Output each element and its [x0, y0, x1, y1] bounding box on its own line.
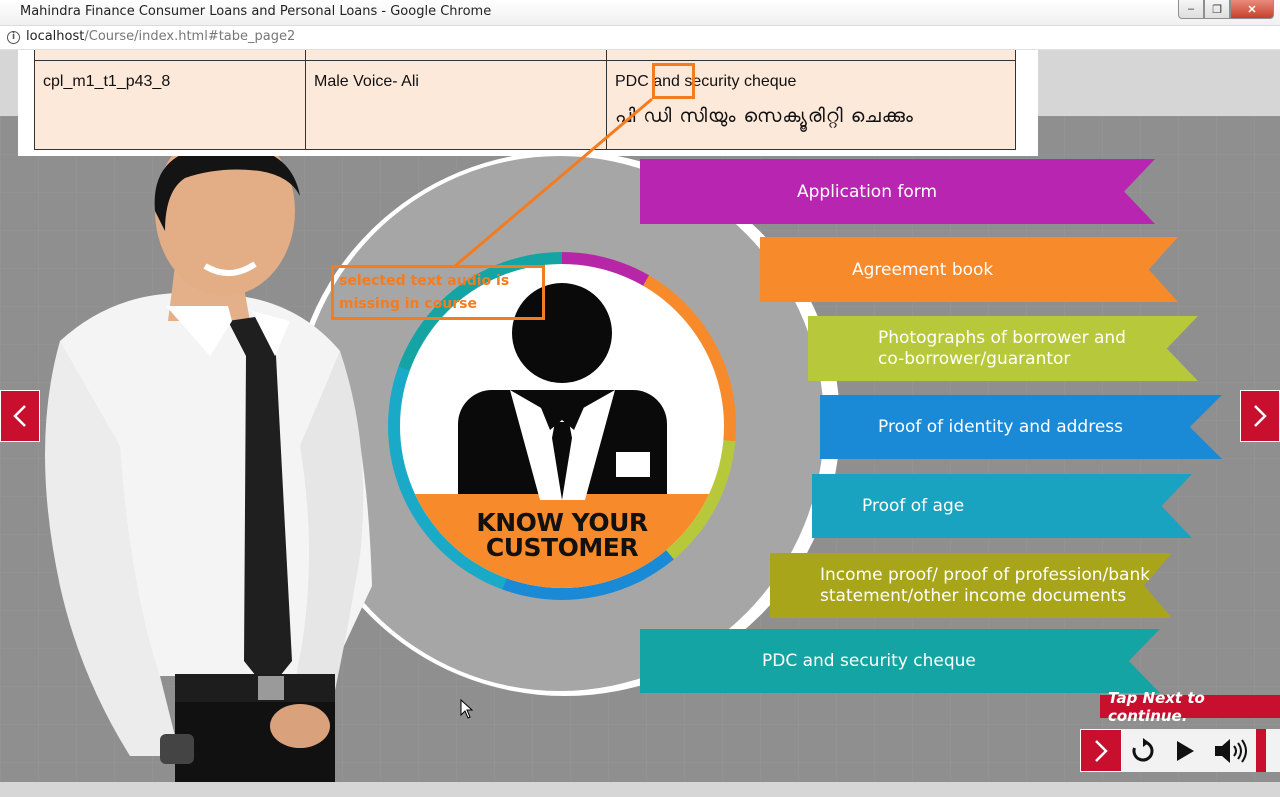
- next-slide-button[interactable]: [1240, 390, 1280, 442]
- course-stage: Application form Agreement book Photogra…: [0, 116, 1280, 782]
- ribbon-agreement-book[interactable]: Agreement book: [760, 237, 1178, 302]
- chevron-left-icon: [13, 405, 26, 427]
- kyc-title: KNOW YOUR CUSTOMER: [400, 510, 724, 560]
- ribbon-income-proof[interactable]: Income proof/ proof of profession/bank st…: [770, 553, 1172, 618]
- ribbon-photographs[interactable]: Photographs of borrower and co-borrower/g…: [808, 316, 1198, 381]
- volume-button[interactable]: [1206, 729, 1256, 772]
- replay-icon: [1132, 737, 1154, 761]
- controls-edge: [1256, 729, 1266, 772]
- info-icon[interactable]: i: [7, 31, 20, 44]
- play-icon: [1177, 740, 1194, 761]
- ribbon-label: PDC and security cheque: [762, 651, 976, 671]
- url-text[interactable]: localhost/Course/index.html#tabe_page2: [26, 29, 295, 44]
- ribbon-pdc-cheque[interactable]: PDC and security cheque: [640, 629, 1160, 693]
- ribbon-label: Proof of age: [862, 496, 965, 516]
- shirt-collar-icon: [510, 390, 615, 500]
- chevron-right-icon: [1095, 739, 1108, 762]
- cell-voice: Male Voice- Ali: [306, 61, 607, 149]
- player-controls: [1080, 729, 1280, 772]
- cell-id: cpl_m1_t1_p43_8: [35, 61, 306, 149]
- window-title: Mahindra Finance Consumer Loans and Pers…: [20, 4, 492, 19]
- ribbon-label: Proof of identity and address: [878, 417, 1123, 437]
- play-button[interactable]: [1164, 729, 1206, 772]
- ribbon-label: Photographs of borrower and: [878, 327, 1126, 348]
- kyc-line2: CUSTOMER: [485, 533, 639, 562]
- replay-button[interactable]: [1122, 729, 1164, 772]
- mouse-cursor-icon: [460, 699, 474, 719]
- prev-slide-button[interactable]: [0, 390, 40, 442]
- url-host: localhost: [26, 29, 85, 44]
- table-row: cpl_m1_t1_p43_8 Male Voice- Ali PDC and …: [34, 60, 1016, 150]
- ribbon-label-line2: co-borrower/guarantor: [878, 348, 1071, 369]
- ribbon-application-form[interactable]: Application form: [640, 159, 1155, 224]
- tap-next-hint: Tap Next to continue.: [1100, 689, 1280, 725]
- ribbon-proof-age[interactable]: Proof of age: [812, 474, 1192, 538]
- url-path: /Course/index.html#tabe_page2: [84, 29, 296, 44]
- browser-titlebar: Mahindra Finance Consumer Loans and Pers…: [0, 0, 1280, 26]
- chevron-right-icon: [1254, 405, 1267, 427]
- page-bottom: [0, 782, 1280, 797]
- ribbon-label: Income proof/ proof of profession/bank: [820, 564, 1151, 585]
- next-button[interactable]: [1080, 729, 1122, 772]
- close-button[interactable]: ✕: [1230, 0, 1274, 19]
- ribbon-label: Application form: [797, 181, 938, 202]
- presenter-image: [45, 126, 372, 782]
- volume-icon: [1215, 738, 1247, 763]
- annotation-note: selected text audio is missing in course: [339, 273, 510, 312]
- restore-button[interactable]: ❐: [1204, 0, 1230, 19]
- script-table: cpl_m1_t1_p43_8 Male Voice- Ali PDC and …: [34, 50, 1016, 150]
- ribbon-label-line2: statement/other income documents: [820, 585, 1127, 606]
- window-controls: – ❐ ✕: [1178, 0, 1274, 20]
- table-row-previous: [34, 50, 1016, 60]
- text-malayalam: പി ഡി സിയും സെക്യൂരിറ്റി ചെക്കും: [615, 105, 914, 127]
- pocket-icon: [616, 449, 650, 477]
- minimize-button[interactable]: –: [1178, 0, 1204, 19]
- annotation-highlight-box: [652, 63, 695, 99]
- ribbon-proof-identity[interactable]: Proof of identity and address: [820, 395, 1222, 459]
- ribbon-label: Agreement book: [852, 259, 994, 280]
- address-bar[interactable]: i localhost/Course/index.html#tabe_page2: [0, 26, 1280, 50]
